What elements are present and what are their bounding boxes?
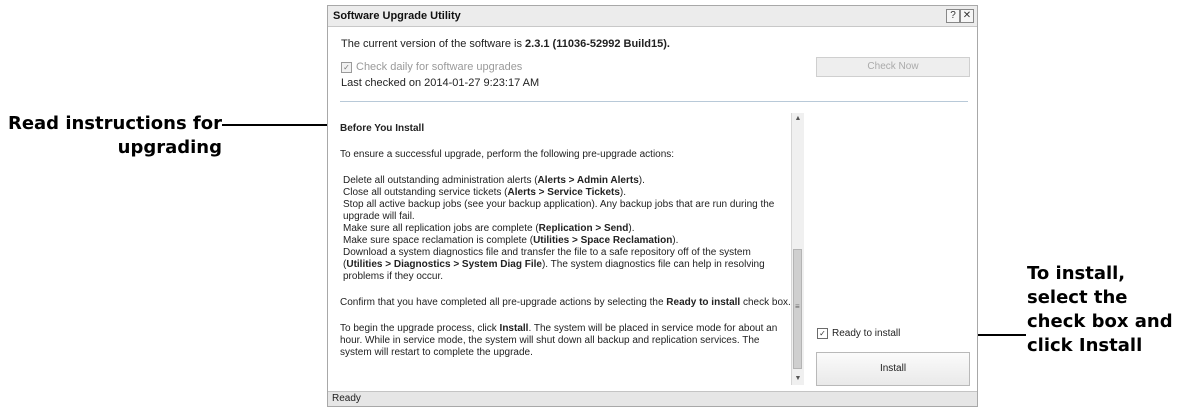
callout-text: To install,: [1027, 263, 1126, 284]
current-version-text: The current version of the software is 2…: [341, 38, 670, 50]
action-item: Download a system diagnostics file and t…: [343, 247, 765, 282]
instructions-intro: To ensure a successful upgrade, perform …: [340, 149, 675, 160]
last-checked-text: Last checked on 2014-01-27 9:23:17 AM: [341, 77, 540, 89]
check-now-button[interactable]: Check Now: [816, 57, 970, 77]
check-daily-checkbox-icon: ✓: [341, 61, 352, 73]
scroll-down-icon[interactable]: ▼: [792, 373, 804, 385]
ready-checkbox-icon[interactable]: ✓: [817, 328, 828, 339]
callout-leader-line: [222, 124, 336, 126]
section-divider: [340, 101, 968, 102]
instructions-panel: Before You Install To ensure a successfu…: [340, 113, 792, 385]
help-icon[interactable]: ?: [946, 9, 960, 23]
grip-icon: ≡: [795, 302, 800, 311]
action-item: Stop all active backup jobs (see your ba…: [343, 199, 775, 222]
action-item: Delete all outstanding administration al…: [343, 175, 645, 186]
status-bar: Ready: [328, 391, 977, 406]
action-item: Close all outstanding service tickets (A…: [343, 187, 627, 198]
check-daily-option: ✓ Check daily for software upgrades: [341, 61, 522, 73]
confirm-paragraph: Confirm that you have completed all pre-…: [340, 297, 791, 308]
callout-install: To install, select the check box and cli…: [1027, 262, 1186, 358]
callout-text: Read instructions for: [7, 113, 222, 134]
begin-paragraph: To begin the upgrade process, click Inst…: [340, 323, 778, 358]
ready-to-install-option[interactable]: ✓ Ready to install: [817, 328, 900, 339]
scrollbar-thumb[interactable]: ≡: [793, 249, 802, 369]
action-item: Make sure space reclamation is complete …: [343, 235, 679, 246]
callout-text: select the: [1027, 287, 1128, 308]
callout-text: upgrading: [117, 137, 222, 158]
version-value: 2.3.1 (11036-52992 Build15).: [525, 38, 670, 50]
scroll-up-icon[interactable]: ▲: [792, 113, 804, 125]
ready-label[interactable]: Ready to install: [832, 328, 900, 339]
instructions-scrollbar[interactable]: ▲ ≡ ▼: [791, 113, 804, 385]
check-daily-label: Check daily for software upgrades: [356, 61, 523, 73]
dialog-title: Software Upgrade Utility: [333, 10, 461, 22]
close-icon[interactable]: ✕: [960, 9, 974, 23]
pre-upgrade-actions: Delete all outstanding administration al…: [340, 175, 792, 283]
callout-text: check box and: [1027, 311, 1173, 332]
title-bar: Software Upgrade Utility ? ✕: [328, 6, 977, 27]
install-button[interactable]: Install: [816, 352, 970, 386]
callout-read-instructions: Read instructions for upgrading: [0, 112, 222, 160]
version-prefix: The current version of the software is: [341, 38, 526, 50]
software-upgrade-dialog: Software Upgrade Utility ? ✕ The current…: [327, 5, 978, 407]
callout-text: click Install: [1027, 335, 1143, 356]
instructions-heading: Before You Install: [340, 123, 425, 134]
action-item: Make sure all replication jobs are compl…: [343, 223, 635, 234]
